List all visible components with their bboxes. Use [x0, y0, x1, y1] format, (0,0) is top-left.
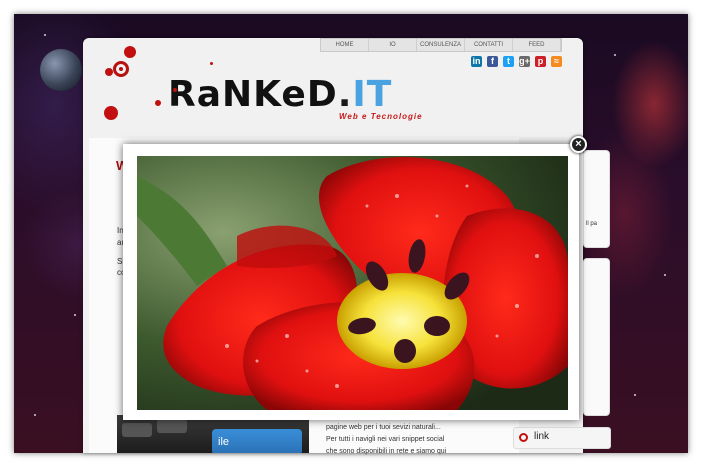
- browser-frame: HOME IO CONSULENZA CONTATTI FEED in f t …: [0, 0, 703, 467]
- sidebar-link-widget[interactable]: link: [513, 427, 611, 449]
- logo-tld: IT: [352, 74, 393, 115]
- article-text-line: che sono disponibili in rete e siamo qui: [326, 448, 447, 455]
- link-bullet-icon: [519, 433, 528, 442]
- logo-name: RaNKeD: [168, 74, 338, 115]
- sidebar-widget: ll pa: [583, 150, 610, 248]
- googleplus-icon[interactable]: g+: [519, 56, 530, 67]
- star: [74, 314, 76, 316]
- sidebar-widget: [583, 258, 610, 416]
- tulip-photo: [137, 156, 568, 410]
- pinterest-icon[interactable]: p: [535, 56, 546, 67]
- sidebar-text: ll pa: [586, 221, 598, 227]
- ink-splatter: [124, 46, 136, 58]
- keyboard-key: [122, 423, 152, 437]
- planet-image: [40, 49, 82, 91]
- rss-icon[interactable]: ≈: [551, 56, 562, 67]
- social-links: in f t g+ p ≈: [471, 56, 562, 67]
- nav-item-feed[interactable]: FEED: [513, 39, 561, 51]
- keyboard-key-label: ile: [218, 436, 230, 448]
- article-text-line: pagine web per i tuoi sevizi naturali...: [326, 424, 441, 431]
- keyboard-key: [157, 419, 187, 433]
- star: [34, 414, 36, 416]
- lightbox-image-tulip[interactable]: [137, 156, 568, 410]
- ink-splatter: [105, 68, 113, 76]
- star: [44, 34, 46, 36]
- logo-dot: .: [337, 74, 353, 115]
- site-tagline: Web e Tecnologie: [339, 112, 423, 121]
- link-widget-label: link: [534, 431, 550, 442]
- article-text-line: Per tutti i navigli nei vari snippet soc…: [326, 436, 445, 443]
- top-navigation: HOME IO CONSULENZA CONTATTI FEED: [320, 38, 562, 52]
- nav-item-contatti[interactable]: CONTATTI: [465, 39, 513, 51]
- facebook-icon[interactable]: f: [487, 56, 498, 67]
- nav-item-consulenza[interactable]: CONSULENZA: [417, 39, 465, 51]
- nav-item-io[interactable]: IO: [369, 39, 417, 51]
- star: [634, 394, 636, 396]
- article-image-keyboard: ile: [117, 415, 309, 453]
- star: [614, 54, 616, 56]
- linkedin-icon[interactable]: in: [471, 56, 482, 67]
- nav-item-home[interactable]: HOME: [321, 39, 369, 51]
- star: [664, 274, 666, 276]
- lightbox-close-button[interactable]: ×: [570, 136, 587, 153]
- ink-splatter: [155, 100, 161, 106]
- target-icon: [113, 61, 129, 77]
- ink-splatter: [104, 106, 118, 120]
- ink-splatter: [173, 88, 177, 92]
- ink-splatter: [210, 62, 213, 65]
- twitter-icon[interactable]: t: [503, 56, 514, 67]
- keyboard-blue-key: ile: [212, 429, 302, 453]
- site-logo[interactable]: RaNKeD.IT: [168, 74, 392, 115]
